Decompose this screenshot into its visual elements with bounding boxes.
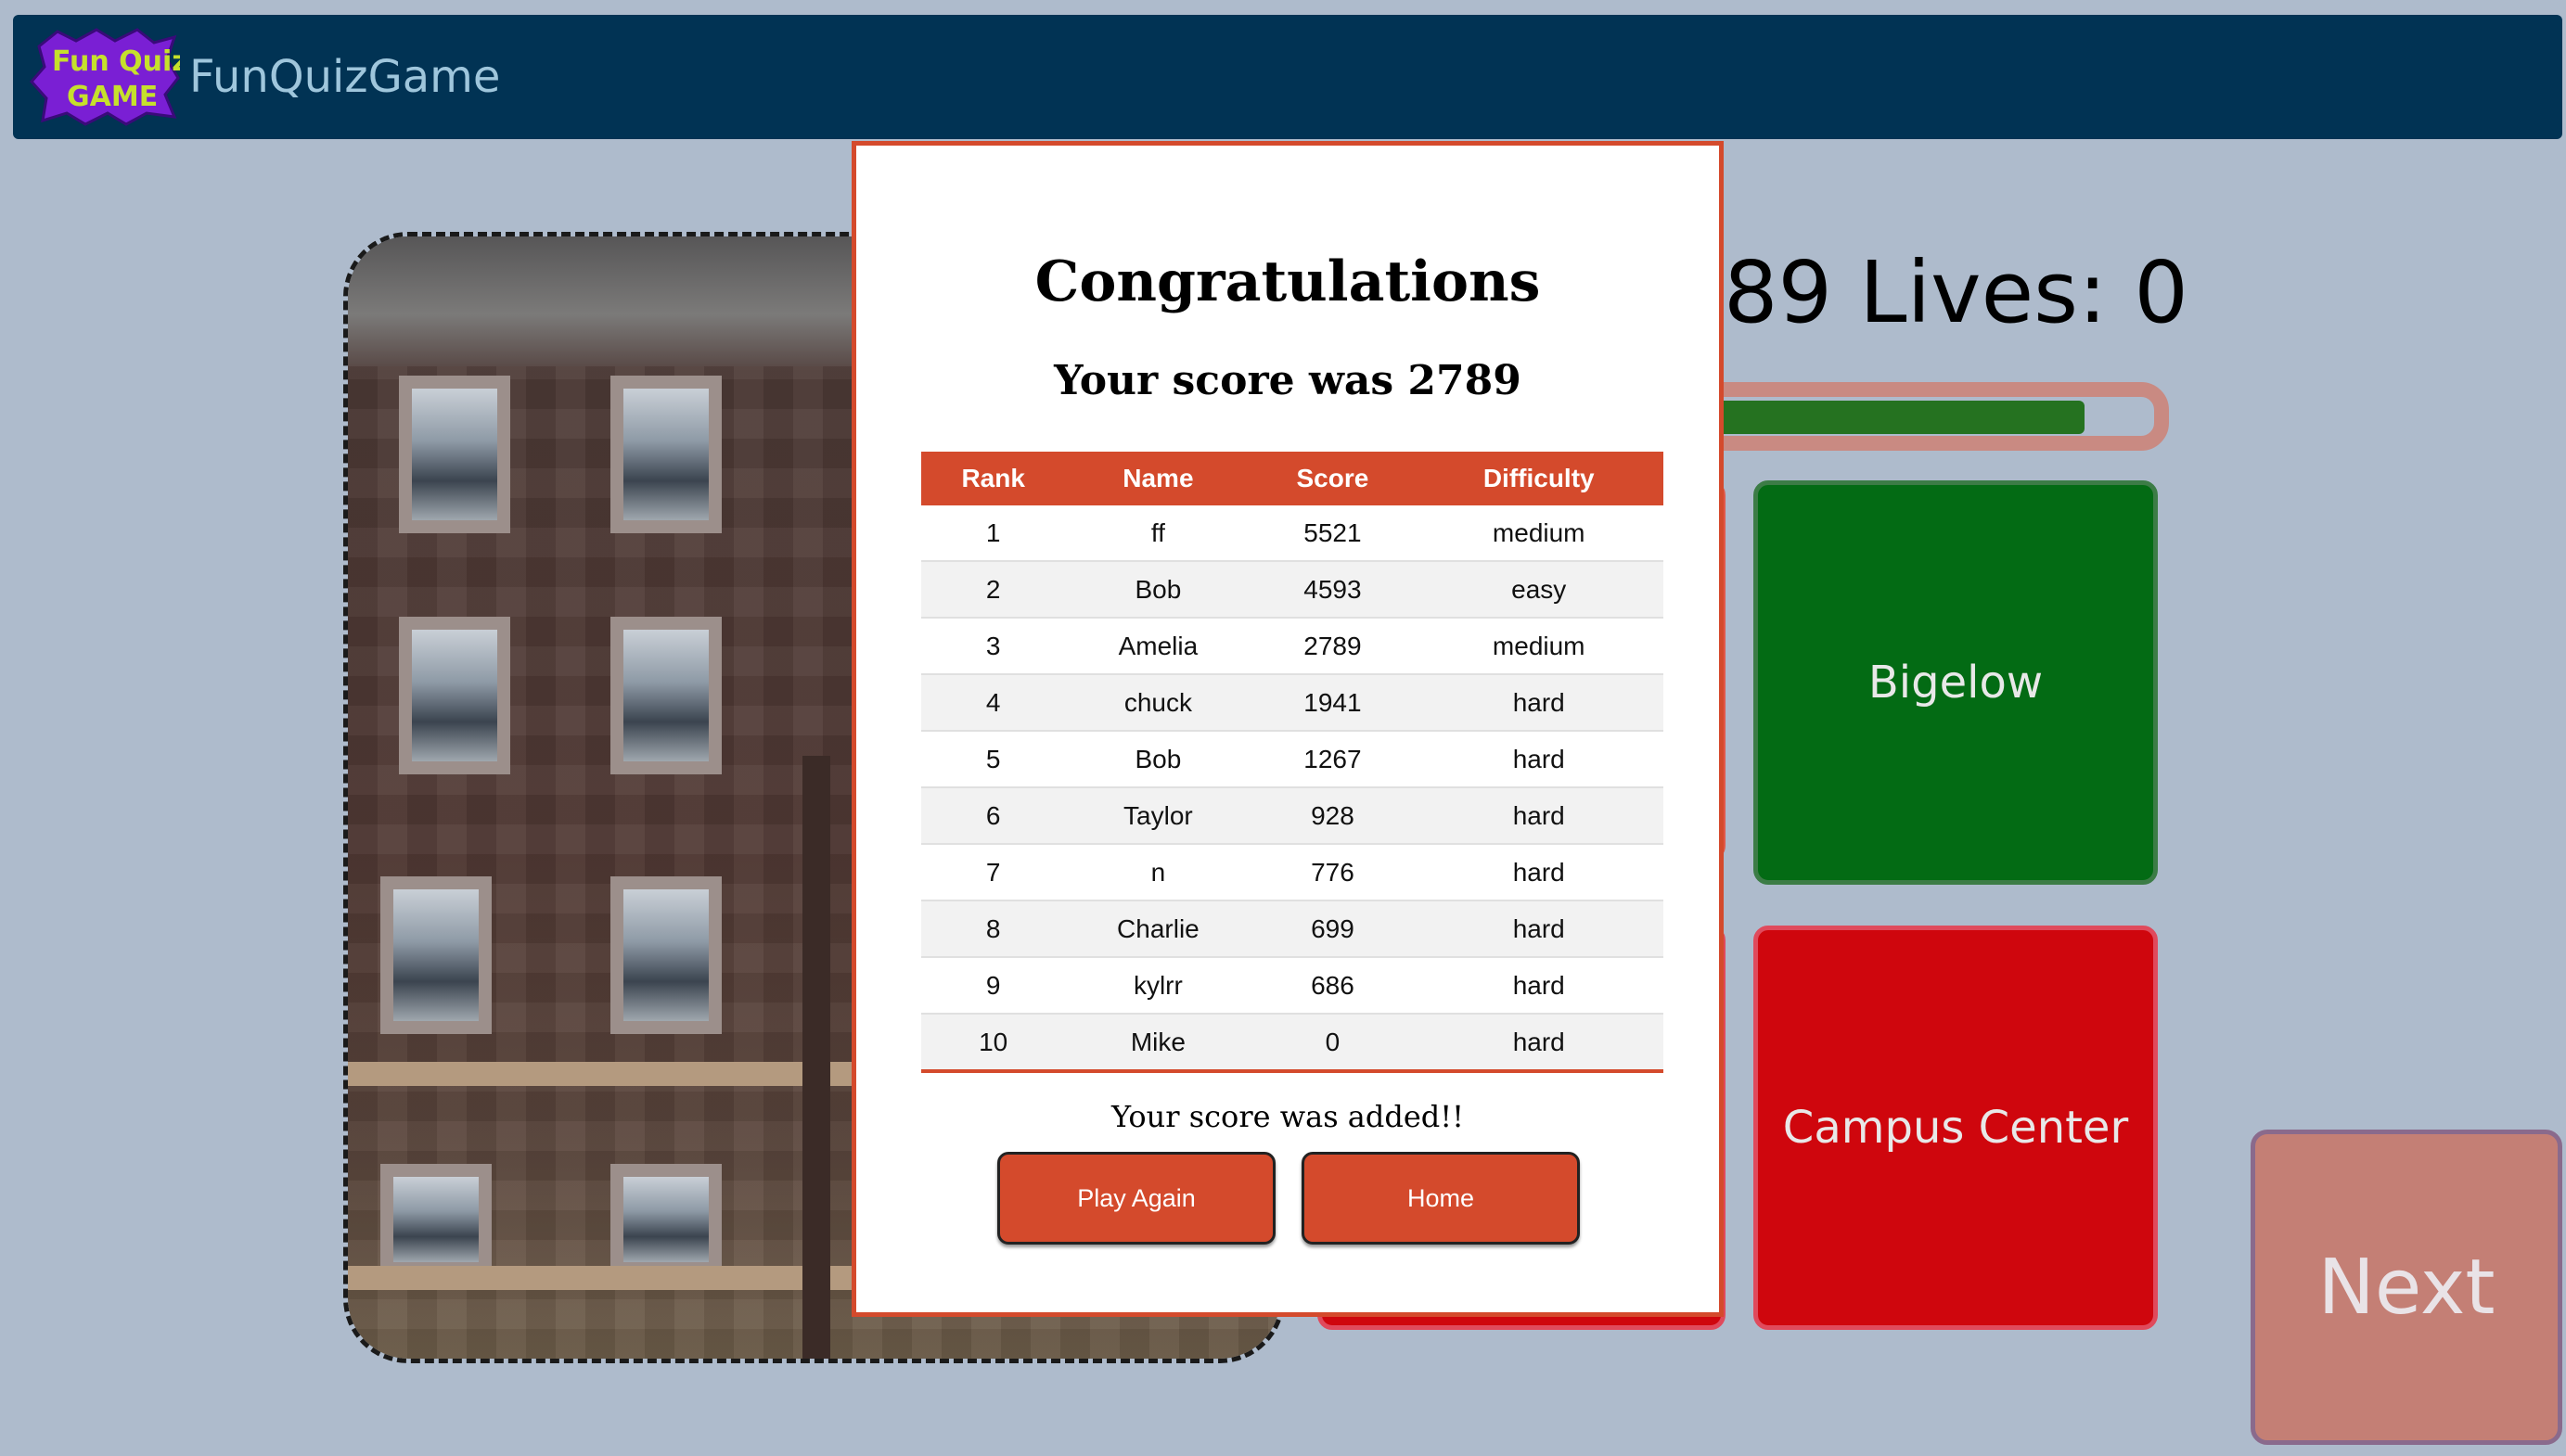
column-header-difficulty: Difficulty [1414, 452, 1663, 505]
score-lives-display: 89 Lives: 0 [1724, 243, 2188, 342]
difficulty-cell: hard [1414, 844, 1663, 901]
difficulty-cell: medium [1414, 505, 1663, 562]
score-cell: 699 [1251, 900, 1415, 958]
table-row: 6 Taylor 928 hard [921, 787, 1663, 845]
photo-drainpipe [802, 756, 830, 1359]
table-row: 7 n 776 hard [921, 844, 1663, 901]
difficulty-cell: medium [1414, 618, 1663, 675]
rank-cell: 3 [921, 618, 1066, 675]
rank-cell: 10 [921, 1014, 1066, 1072]
results-modal: Congratulations Your score was 2789 Rank… [852, 141, 1724, 1317]
table-row: 10 Mike 0 hard [921, 1014, 1663, 1072]
table-row: 3 Amelia 2789 medium [921, 618, 1663, 675]
photo-window [610, 1164, 722, 1275]
photo-window [380, 876, 492, 1034]
name-cell: Mike [1065, 1014, 1251, 1072]
difficulty-cell: hard [1414, 787, 1663, 845]
logo-text-bottom: GAME [67, 81, 158, 113]
difficulty-cell: hard [1414, 674, 1663, 732]
brand-title[interactable]: FunQuizGame [189, 15, 500, 139]
column-header-score: Score [1251, 452, 1415, 505]
score-cell: 0 [1251, 1014, 1415, 1072]
score-cell: 776 [1251, 844, 1415, 901]
table-row: 8 Charlie 699 hard [921, 900, 1663, 958]
score-cell: 1941 [1251, 674, 1415, 732]
name-cell: Bob [1065, 731, 1251, 788]
modal-title: Congratulations [1034, 249, 1541, 314]
rank-cell: 7 [921, 844, 1066, 901]
name-cell: Amelia [1065, 618, 1251, 675]
score-cell: 686 [1251, 957, 1415, 1015]
name-cell: n [1065, 844, 1251, 901]
leaderboard-table: Rank Name Score Difficulty 1 ff 5521 medium… [921, 452, 1663, 1073]
name-cell: Taylor [1065, 787, 1251, 845]
top-header: Fun Quiz GAME FunQuizGame [13, 15, 2562, 139]
photo-window [610, 876, 722, 1034]
difficulty-cell: hard [1414, 731, 1663, 788]
rank-cell: 8 [921, 900, 1066, 958]
table-row: 4 chuck 1941 hard [921, 674, 1663, 732]
name-cell: Bob [1065, 561, 1251, 619]
rank-cell: 4 [921, 674, 1066, 732]
table-row: 9 kylrr 686 hard [921, 957, 1663, 1015]
difficulty-cell: hard [1414, 900, 1663, 958]
photo-window [380, 1164, 492, 1275]
rank-cell: 2 [921, 561, 1066, 619]
name-cell: ff [1065, 505, 1251, 562]
leaderboard-header-row: Rank Name Score Difficulty [921, 452, 1663, 505]
difficulty-cell: easy [1414, 561, 1663, 619]
column-header-rank: Rank [921, 452, 1066, 505]
difficulty-cell: hard [1414, 1014, 1663, 1072]
score-cell: 4593 [1251, 561, 1415, 619]
table-row: 2 Bob 4593 easy [921, 561, 1663, 619]
answer-button-campus-center[interactable]: Campus Center [1753, 926, 2158, 1330]
next-button[interactable]: Next [2251, 1130, 2562, 1445]
play-again-button[interactable]: Play Again [997, 1152, 1276, 1245]
rank-cell: 1 [921, 505, 1066, 562]
table-row: 5 Bob 1267 hard [921, 731, 1663, 788]
score-cell: 2789 [1251, 618, 1415, 675]
difficulty-cell: hard [1414, 957, 1663, 1015]
name-cell: kylrr [1065, 957, 1251, 1015]
photo-window [610, 376, 722, 533]
rank-cell: 9 [921, 957, 1066, 1015]
home-button[interactable]: Home [1302, 1152, 1580, 1245]
photo-window [399, 617, 510, 774]
column-header-name: Name [1065, 452, 1251, 505]
modal-score-text: Your score was 2789 [1054, 357, 1521, 404]
photo-window [610, 617, 722, 774]
name-cell: chuck [1065, 674, 1251, 732]
score-cell: 5521 [1251, 505, 1415, 562]
rank-cell: 5 [921, 731, 1066, 788]
name-cell: Charlie [1065, 900, 1251, 958]
logo-text-top: Fun Quiz [52, 45, 180, 78]
score-cell: 1267 [1251, 731, 1415, 788]
rank-cell: 6 [921, 787, 1066, 845]
score-added-message: Your score was added!! [1111, 1099, 1464, 1134]
fun-quiz-game-logo[interactable]: Fun Quiz GAME [30, 28, 180, 126]
photo-window [399, 376, 510, 533]
score-cell: 928 [1251, 787, 1415, 845]
answer-button-bigelow[interactable]: Bigelow [1753, 480, 2158, 885]
table-row: 1 ff 5521 medium [921, 505, 1663, 562]
